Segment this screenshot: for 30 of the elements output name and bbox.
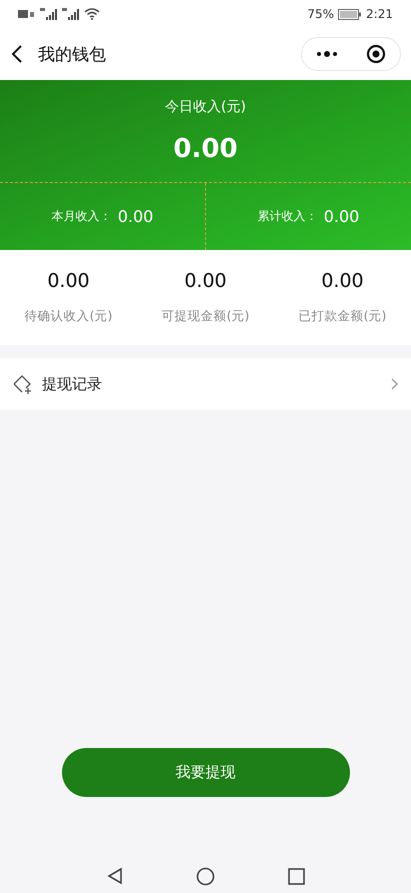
summary-label: 本月收入： xyxy=(52,208,112,225)
wifi-icon xyxy=(84,8,100,20)
menu-row[interactable]: 提现记录 xyxy=(0,358,411,410)
back-icon[interactable] xyxy=(10,44,24,64)
today-income-value: 0.00 xyxy=(173,134,238,164)
signal-icon xyxy=(62,8,80,20)
stat-label: 待确认收入(元) xyxy=(24,308,112,325)
stat-label: 已打款金额(元) xyxy=(298,308,386,325)
more-icon[interactable] xyxy=(316,51,338,57)
signal-icon xyxy=(40,8,58,20)
summary-value: 0.00 xyxy=(118,207,154,226)
battery-icon xyxy=(338,8,362,20)
battery-percent: 75% xyxy=(307,7,334,21)
summary-value: 0.00 xyxy=(324,207,360,226)
home-circle-icon[interactable] xyxy=(196,866,216,886)
chevron-right-icon xyxy=(391,378,399,390)
target-icon[interactable] xyxy=(366,44,386,64)
withdraw-button[interactable]: 我要提现 xyxy=(62,748,350,797)
stat-value: 0.00 xyxy=(321,270,364,292)
stat-value: 0.00 xyxy=(47,270,90,292)
back-triangle-icon[interactable] xyxy=(106,867,124,885)
recents-square-icon[interactable] xyxy=(288,868,305,884)
today-income-label: 今日收入(元) xyxy=(165,98,246,116)
ticket-icon xyxy=(12,374,34,394)
summary-label: 累计收入： xyxy=(258,208,318,225)
stat-value: 0.00 xyxy=(184,270,227,292)
page-title: 我的钱包 xyxy=(38,44,107,66)
sim-card-icon xyxy=(18,9,36,19)
clock-time: 2:21 xyxy=(366,7,393,21)
stat-label: 可提现金额(元) xyxy=(162,308,250,325)
